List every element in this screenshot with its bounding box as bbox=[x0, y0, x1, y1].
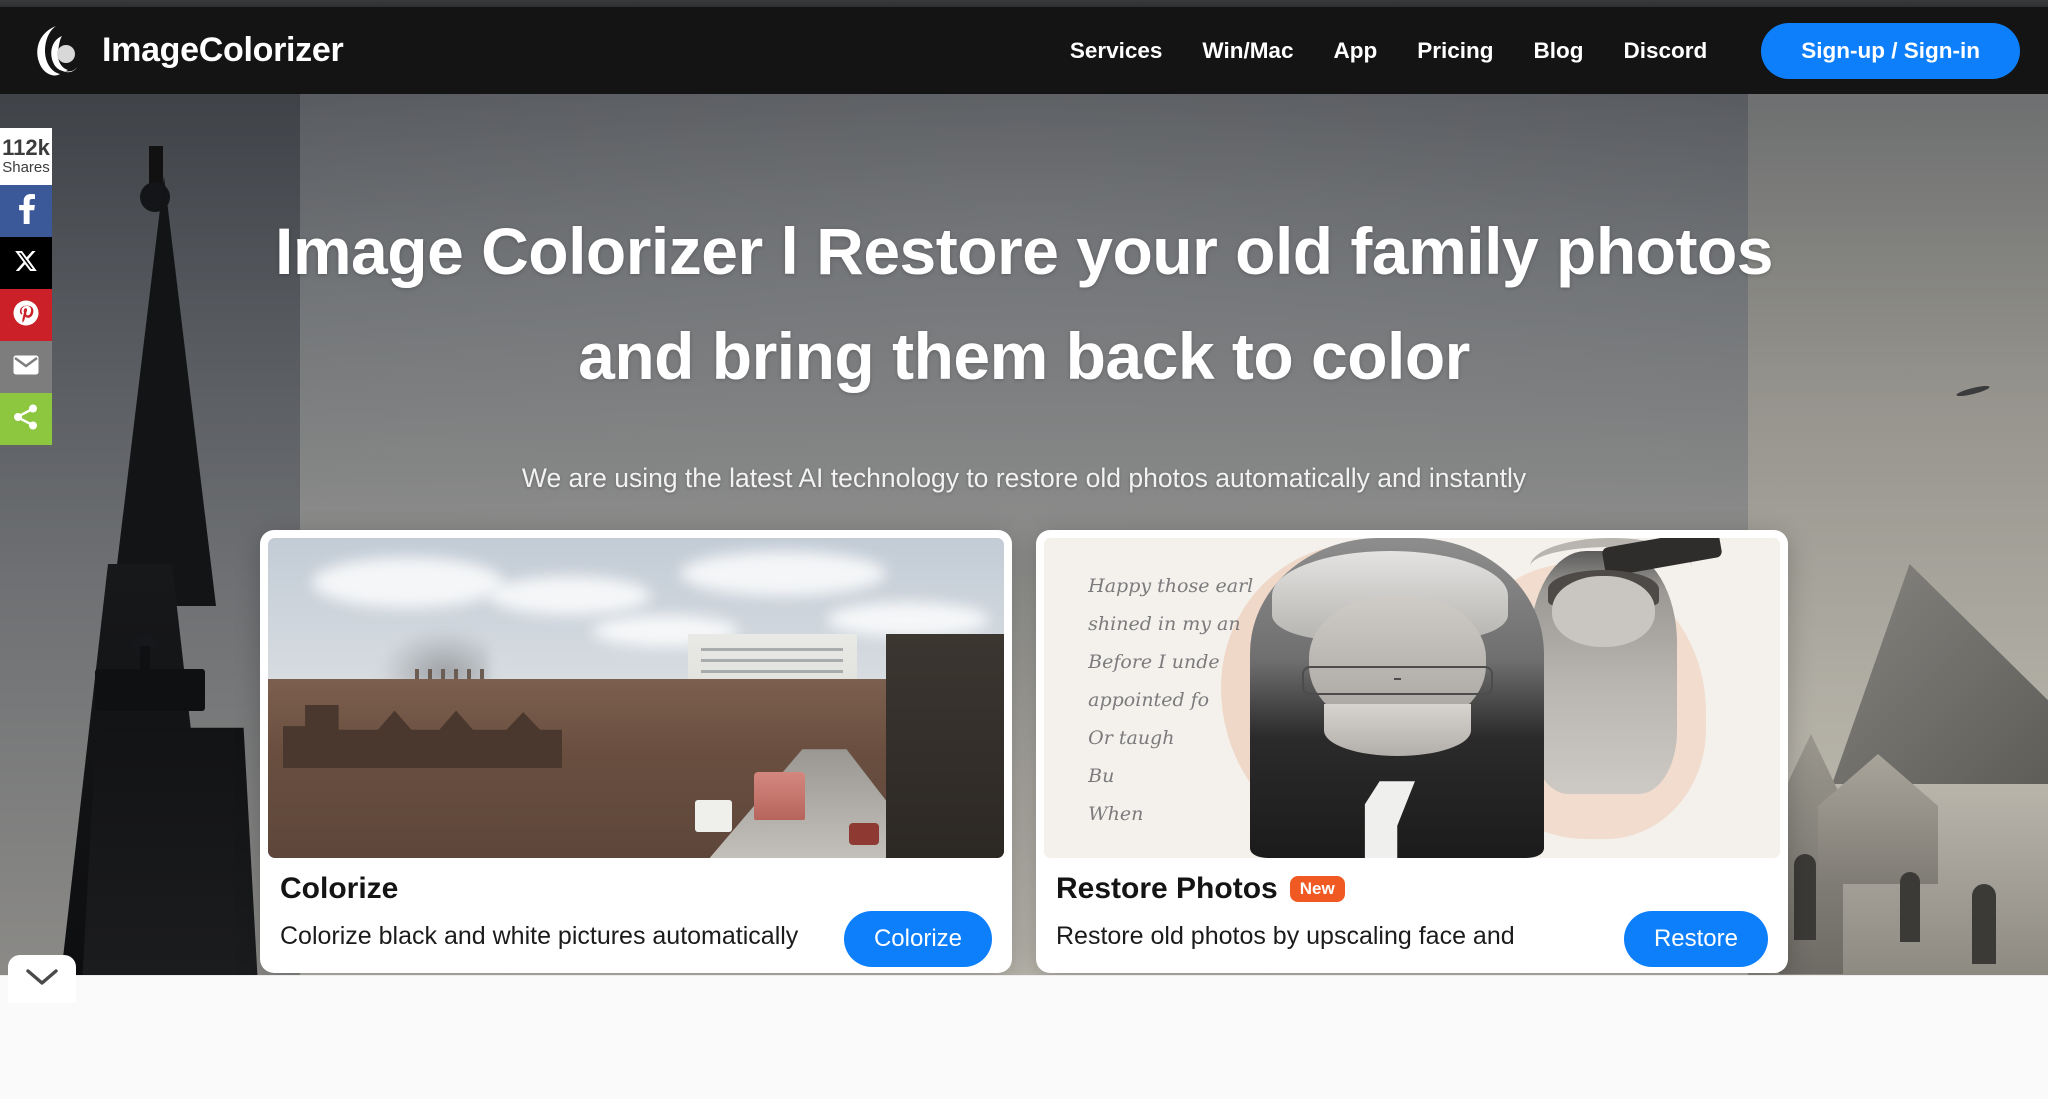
colorize-card-title: Colorize bbox=[280, 872, 992, 906]
restore-preview-image: Happy those earl shined in my an Before … bbox=[1044, 538, 1780, 858]
restore-card-description: Restore old photos by upscaling face and bbox=[1056, 922, 1515, 950]
share-nodes-icon bbox=[13, 404, 39, 435]
nav-link-discord[interactable]: Discord bbox=[1604, 38, 1728, 64]
brand-name: ImageColorizer bbox=[102, 31, 344, 69]
restore-card-title: Restore Photos New bbox=[1056, 872, 1768, 906]
nav-link-app[interactable]: App bbox=[1313, 38, 1397, 64]
restore-title-text: Restore Photos bbox=[1056, 872, 1278, 905]
nav-link-services[interactable]: Services bbox=[1050, 38, 1183, 64]
below-fold-section bbox=[0, 975, 2048, 1099]
share-more-button[interactable] bbox=[0, 393, 52, 446]
nav-links: Services Win/Mac App Pricing Blog Discor… bbox=[1050, 22, 2048, 79]
page-root: ImageColorizer Services Win/Mac App Pric… bbox=[0, 0, 2048, 1099]
spiral-lens-logo-icon bbox=[30, 22, 86, 80]
hero-section: Image Colorizer l Restore your old famil… bbox=[0, 94, 2048, 975]
share-rail-collapse-button[interactable] bbox=[8, 955, 76, 1003]
x-twitter-icon bbox=[14, 249, 38, 278]
colorize-card-description: Colorize black and white pictures automa… bbox=[280, 922, 799, 950]
share-pinterest-button[interactable] bbox=[0, 289, 52, 342]
social-share-rail: 112k Shares bbox=[0, 128, 52, 446]
feature-card-restore-photos[interactable]: Happy those earl shined in my an Before … bbox=[1036, 530, 1788, 973]
brand-logo-link[interactable]: ImageColorizer bbox=[30, 22, 344, 80]
colorize-preview-image bbox=[268, 538, 1004, 858]
colorize-title-text: Colorize bbox=[280, 872, 399, 905]
pinterest-icon bbox=[13, 300, 39, 331]
feature-card-colorize[interactable]: Colorize Colorize black and white pictur… bbox=[260, 530, 1012, 973]
envelope-icon bbox=[13, 355, 39, 380]
share-facebook-button[interactable] bbox=[0, 185, 52, 238]
restore-button[interactable]: Restore bbox=[1623, 911, 1768, 967]
facebook-icon bbox=[16, 193, 36, 229]
page-title: Image Colorizer l Restore your old famil… bbox=[275, 214, 1773, 393]
share-count-number: 112k bbox=[2, 135, 50, 160]
colorize-button[interactable]: Colorize bbox=[843, 911, 992, 967]
feature-card-list: Colorize Colorize black and white pictur… bbox=[0, 530, 2048, 973]
share-count-label: Shares bbox=[2, 159, 50, 177]
nav-link-blog[interactable]: Blog bbox=[1514, 38, 1604, 64]
restore-card-body: Restore Photos New Restore old photos by… bbox=[1044, 858, 1780, 973]
nav-link-pricing[interactable]: Pricing bbox=[1397, 38, 1513, 64]
hero-subtitle: We are using the latest AI technology to… bbox=[521, 463, 1527, 493]
share-count: 112k Shares bbox=[0, 128, 52, 186]
signup-signin-button[interactable]: Sign-up / Sign-in bbox=[1761, 22, 2020, 79]
colorize-card-body: Colorize Colorize black and white pictur… bbox=[268, 858, 1004, 973]
top-navigation-bar: ImageColorizer Services Win/Mac App Pric… bbox=[0, 7, 2048, 94]
share-email-button[interactable] bbox=[0, 341, 52, 394]
share-x-twitter-button[interactable] bbox=[0, 237, 52, 290]
nav-link-win-mac[interactable]: Win/Mac bbox=[1182, 38, 1313, 64]
browser-top-strip bbox=[0, 0, 2048, 7]
chevron-down-icon bbox=[25, 967, 59, 992]
status-badge-new: New bbox=[1289, 875, 1345, 903]
